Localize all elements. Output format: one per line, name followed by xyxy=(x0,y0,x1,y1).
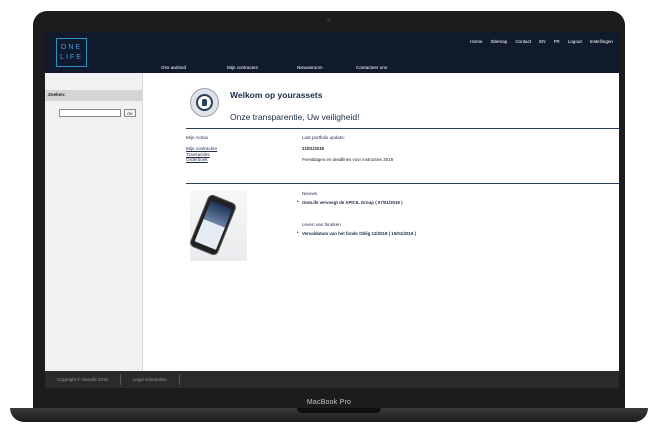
util-link-settings[interactable]: Instellingen xyxy=(590,39,613,44)
nav-item-mijn-contracten[interactable]: Mijn contracten xyxy=(227,65,297,70)
screen: ONE LIFE Home Sitemap Contact EN FR Logo… xyxy=(45,32,619,388)
divider xyxy=(186,183,619,184)
search-label: Zoeken: xyxy=(45,90,143,101)
utility-nav: Home Sitemap Contact EN FR Logout Instel… xyxy=(470,39,613,44)
main-content: Welkom op yourassets Onze transparentie,… xyxy=(144,73,619,371)
search-input[interactable] xyxy=(59,109,121,117)
welcome-subtitle: Onze transparentie, Uw veiligheid! xyxy=(230,112,360,122)
device-brand-label: MacBook Pro xyxy=(306,399,352,406)
search-button[interactable]: OK xyxy=(124,109,136,117)
bullet-icon: • xyxy=(297,199,299,205)
footer-copyright: Copyright © OneLife 2019 xyxy=(57,377,108,382)
nav-item-nieuwsroom[interactable]: Nieuwsroom xyxy=(297,65,356,70)
footer-separator xyxy=(178,374,180,385)
link-orderboek[interactable]: Orderboek xyxy=(186,157,217,163)
laptop-base xyxy=(10,408,648,422)
bullet-icon: • xyxy=(297,230,299,236)
onelife-logo[interactable]: ONE LIFE xyxy=(56,38,87,67)
mobile-app-image xyxy=(188,191,247,261)
util-link-lang-fr[interactable]: FR xyxy=(554,39,560,44)
funds-item[interactable]: Vervaldatum van het fonds Oblig 12/2018 … xyxy=(302,231,416,236)
base-notch xyxy=(297,408,381,413)
news-heading: Nieuws xyxy=(302,191,318,196)
nav-item-contacteer-ons[interactable]: Contacteer ons xyxy=(356,65,416,70)
welcome-title: Welkom op yourassets xyxy=(230,90,323,100)
util-link-contact[interactable]: Contact xyxy=(515,39,531,44)
logo-line-1: ONE xyxy=(60,43,83,51)
phone-icon xyxy=(188,193,238,257)
logo-line-2: LIFE xyxy=(60,53,83,61)
portfolio-date: 21/01/2019 xyxy=(302,146,324,151)
site-footer: Copyright © OneLife 2019 Legal Informati… xyxy=(45,371,619,388)
asset-links: Mijn contracten Transacties Orderboek xyxy=(186,146,217,163)
util-link-logout[interactable]: Logout xyxy=(568,39,582,44)
site-header: ONE LIFE Home Sitemap Contact EN FR Logo… xyxy=(45,32,619,73)
portfolio-note[interactable]: Feestdagen en deadlines voor instructies… xyxy=(302,157,393,162)
sidebar: Zoeken: OK xyxy=(45,73,143,371)
camera-icon xyxy=(327,18,331,22)
news-item[interactable]: OneLife vervoegt de APICIL Group ( 07/01… xyxy=(302,200,403,205)
nav-item-ons-aanbod[interactable]: Ons aanbod xyxy=(161,65,227,70)
keyhole-icon xyxy=(190,88,219,117)
util-link-home[interactable]: Home xyxy=(470,39,482,44)
keyhole-icon-inner xyxy=(196,94,213,111)
portfolio-heading: Last portfolio update: xyxy=(302,135,345,140)
funds-heading: Leven van fondsen xyxy=(302,222,341,227)
util-link-sitemap[interactable]: Sitemap xyxy=(490,39,507,44)
main-nav: Ons aanbod Mijn contracten Nieuwsroom Co… xyxy=(161,65,416,70)
util-link-lang-en[interactable]: EN xyxy=(539,39,545,44)
footer-legal-link[interactable]: Legal Information xyxy=(121,377,179,382)
assets-heading: Mijn Activa xyxy=(186,135,208,140)
divider xyxy=(186,128,619,129)
